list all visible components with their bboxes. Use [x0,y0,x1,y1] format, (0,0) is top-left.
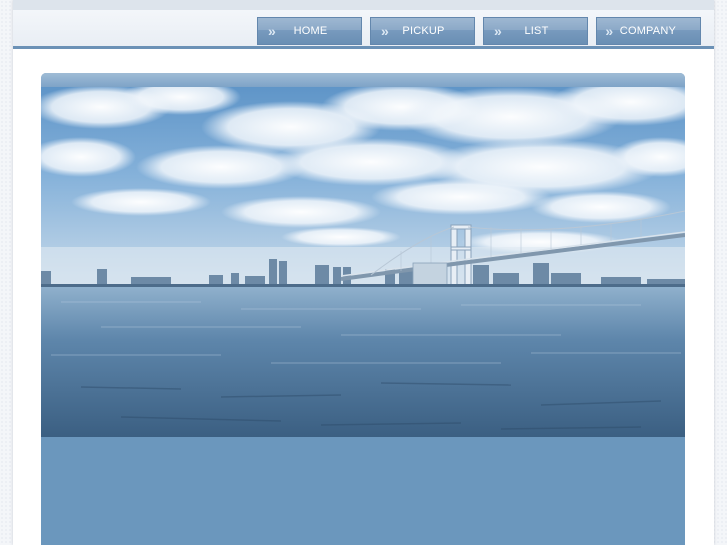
main-content-panel [41,73,685,545]
content-panel-header [41,73,685,87]
hero-image [41,87,685,437]
double-chevron-right-icon: » [494,23,502,39]
nav-pickup-label: PICKUP [402,25,445,37]
nav-list-label: LIST [524,25,549,37]
double-chevron-right-icon: » [268,23,276,39]
nav-home-label: HOME [293,25,328,37]
top-strip [13,0,714,10]
nav-company-label: COMPANY [619,25,676,37]
nav-company-button[interactable]: » COMPANY [596,17,701,45]
nav-list-button[interactable]: » LIST [483,17,588,45]
bay-bridge-skyline-photo [41,87,685,437]
double-chevron-right-icon: » [605,23,614,39]
page-container: » HOME » PICKUP » LIST » COMPANY [13,0,714,545]
header-divider [13,46,714,49]
nav-home-button[interactable]: » HOME [257,17,362,45]
nav-pickup-button[interactable]: » PICKUP [370,17,475,45]
double-chevron-right-icon: » [381,23,389,39]
main-navigation: » HOME » PICKUP » LIST » COMPANY [257,17,701,45]
